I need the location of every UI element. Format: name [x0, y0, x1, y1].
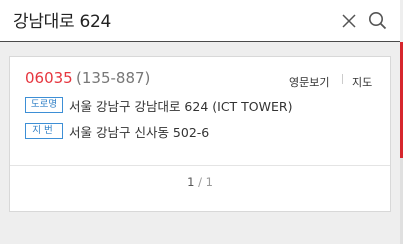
total-pages: 1 — [205, 175, 213, 189]
search-input[interactable]: 강남대로 624 — [13, 7, 111, 32]
english-view-link[interactable]: 영문보기 — [289, 74, 329, 90]
pagination: 1 / 1 — [10, 175, 390, 189]
close-icon[interactable] — [341, 13, 357, 29]
result-card: 06035 (135-887) 영문보기 지도 도로명 서울 강남구 강남대로 … — [9, 56, 391, 212]
search-icon[interactable] — [368, 11, 387, 30]
zipcode[interactable]: 06035 — [25, 69, 73, 87]
current-page: 1 — [187, 175, 195, 189]
map-link[interactable]: 지도 — [352, 74, 372, 90]
jibun-address-badge: 지번 — [25, 123, 63, 139]
road-address[interactable]: 서울 강남구 강남대로 624 (ICT TOWER) — [69, 96, 292, 115]
jibun-address[interactable]: 서울 강남구 신사동 502-6 — [69, 122, 209, 141]
search-bar: 강남대로 624 — [0, 0, 400, 42]
road-address-badge: 도로명 — [25, 97, 63, 113]
result-item[interactable]: 06035 (135-887) 영문보기 지도 도로명 서울 강남구 강남대로 … — [10, 57, 390, 166]
page-separator: / — [198, 175, 202, 189]
link-divider — [342, 74, 343, 84]
old-zipcode: (135-887) — [76, 69, 151, 87]
